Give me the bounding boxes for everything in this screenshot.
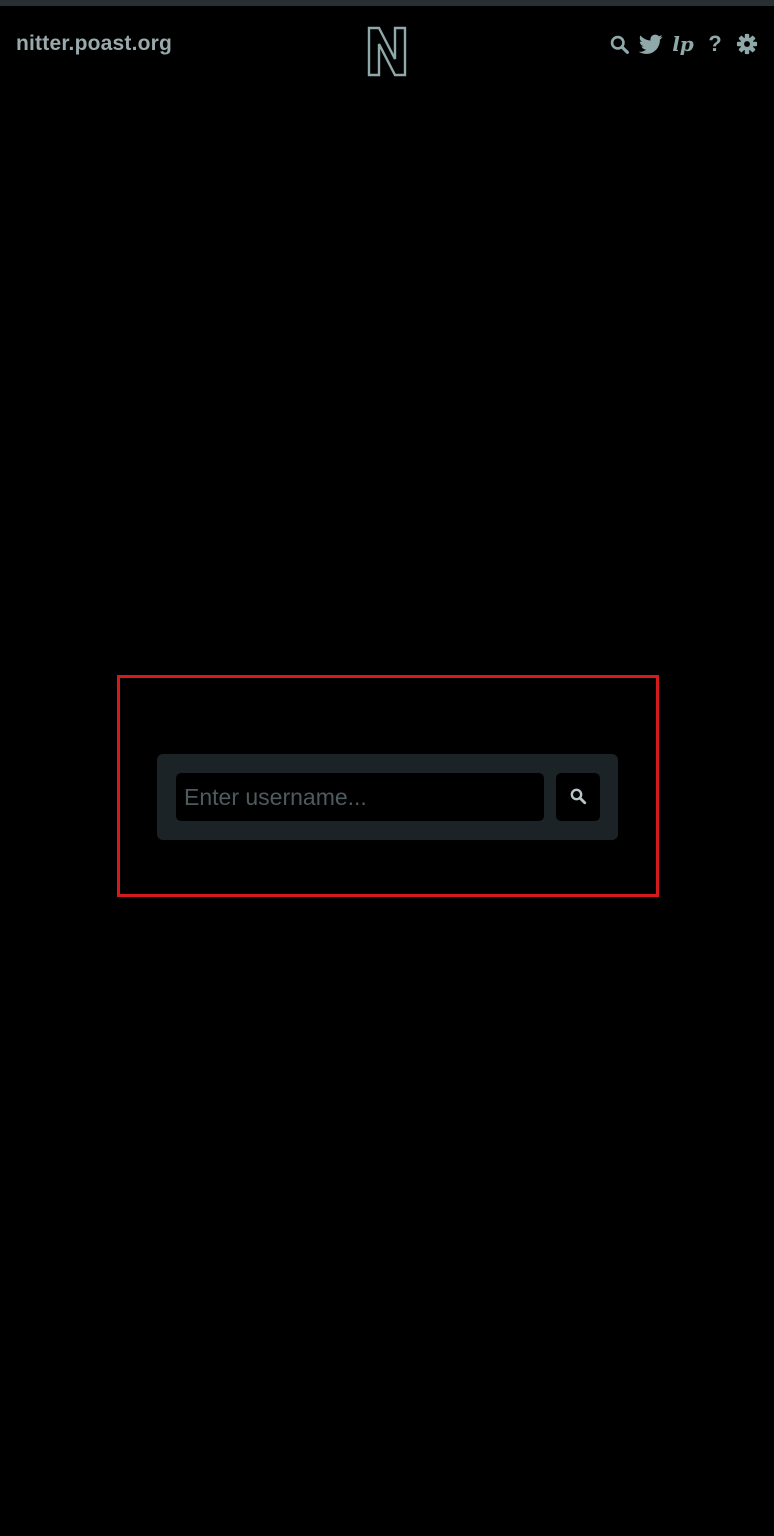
lp-icon[interactable]: lp	[670, 30, 696, 58]
help-icon-label: ?	[708, 31, 722, 56]
lp-icon-label: lp	[672, 32, 694, 56]
search-icon	[569, 787, 587, 808]
help-icon[interactable]: ?	[702, 30, 728, 58]
username-input[interactable]	[176, 773, 544, 821]
search-button[interactable]	[556, 773, 600, 821]
nitter-logo-icon[interactable]	[364, 25, 410, 77]
site-name-link[interactable]: nitter.poast.org	[16, 31, 172, 57]
navbar: nitter.poast.org lp ?	[0, 6, 774, 80]
twitter-bird-icon[interactable]	[638, 30, 664, 58]
search-panel	[157, 754, 618, 840]
search-icon[interactable]	[606, 30, 632, 58]
nav-icons: lp ?	[606, 30, 760, 58]
page: nitter.poast.org lp ?	[0, 0, 774, 1536]
gear-icon[interactable]	[734, 30, 760, 58]
